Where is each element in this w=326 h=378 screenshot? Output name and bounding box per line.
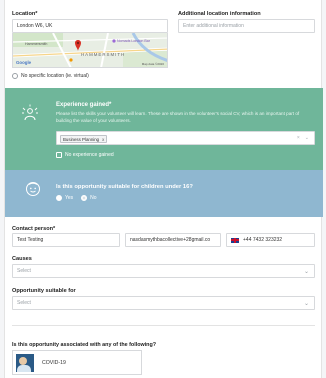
chevron-down-icon[interactable]: ⌄ bbox=[305, 135, 309, 141]
children-section: Is this opportunity suitable for childre… bbox=[5, 170, 323, 217]
opportunity-suitable-select[interactable]: Select ⌄ bbox=[12, 296, 315, 310]
children-yes-radio[interactable]: Yes bbox=[56, 195, 73, 201]
chip-remove-icon[interactable]: x bbox=[102, 137, 104, 142]
experience-select[interactable]: Business Planning x × ⌄ bbox=[56, 131, 315, 145]
children-no-radio[interactable]: No bbox=[81, 195, 97, 201]
map-credit: Map data ©2020 bbox=[141, 62, 164, 66]
phone-value: +44 7432 323232 bbox=[243, 237, 283, 243]
additional-location-label: Additional location information bbox=[178, 11, 261, 17]
children-question: Is this opportunity suitable for childre… bbox=[56, 184, 193, 190]
yes-label: Yes bbox=[65, 195, 74, 201]
causes-select[interactable]: Select ⌄ bbox=[12, 264, 315, 278]
experience-icon bbox=[21, 104, 39, 122]
experience-section: Experience gained* Please list the skill… bbox=[5, 88, 323, 170]
opportunity-suitable-label: Opportunity suitable for bbox=[12, 288, 76, 294]
experience-chip-label: Business Planning bbox=[63, 136, 100, 142]
checkbox-circle[interactable] bbox=[12, 73, 18, 79]
additional-location-input[interactable]: Enter additional information bbox=[178, 19, 315, 33]
associated-question: Is this opportunity associated with any … bbox=[12, 342, 157, 348]
covid-label: COVID-19 bbox=[42, 359, 66, 366]
map-label-nomads: Nomads London Bar bbox=[117, 39, 150, 43]
contact-person-label: Contact person* bbox=[12, 226, 56, 232]
no-experience-label: No experience gained bbox=[65, 152, 114, 158]
map-label-hammersmith: Hammersmith bbox=[25, 42, 48, 46]
location-map[interactable]: Hammersmith Nomads London Bar HAMMERSMIT… bbox=[12, 33, 168, 68]
volunteer-opportunity-form: Location* Additional location informatio… bbox=[4, 0, 323, 378]
experience-chip[interactable]: Business Planning x bbox=[60, 135, 108, 143]
radio-yes[interactable] bbox=[56, 195, 62, 201]
causes-placeholder: Select bbox=[17, 268, 31, 274]
contact-name-input[interactable]: Test Testing bbox=[12, 233, 120, 247]
no-experience-checkbox[interactable]: No experience gained bbox=[56, 152, 114, 158]
clear-icon[interactable]: × bbox=[297, 135, 300, 141]
causes-label: Causes bbox=[12, 256, 32, 262]
uk-flag-icon[interactable] bbox=[231, 237, 239, 243]
no-label: No bbox=[90, 195, 97, 201]
radio-no[interactable] bbox=[81, 195, 88, 201]
map-area-label: HAMMERSMITH bbox=[81, 52, 126, 57]
checkbox-square[interactable] bbox=[56, 152, 62, 158]
child-face-icon bbox=[25, 181, 41, 197]
contact-email-input[interactable]: nasdasmythbacollective+28gmail.co bbox=[125, 233, 221, 247]
no-specific-location-label: No specific location (ie. virtual) bbox=[21, 73, 89, 79]
section-divider bbox=[12, 325, 315, 326]
chevron-down-icon: ⌄ bbox=[303, 269, 309, 275]
no-specific-location-checkbox[interactable]: No specific location (ie. virtual) bbox=[12, 73, 89, 79]
contact-phone-input[interactable]: +44 7432 323232 bbox=[226, 233, 315, 247]
covid-thumbnail bbox=[16, 353, 34, 372]
experience-description: Please list the skills your volunteer wi… bbox=[56, 111, 300, 123]
location-label: Location* bbox=[12, 11, 38, 17]
location-input[interactable]: London W6, UK bbox=[12, 19, 168, 33]
map-google-logo: Google bbox=[16, 60, 32, 65]
location-section: Location* Additional location informatio… bbox=[5, 0, 323, 88]
chevron-down-icon: ⌄ bbox=[303, 301, 309, 307]
opportunity-placeholder: Select bbox=[17, 300, 31, 306]
experience-title: Experience gained* bbox=[56, 102, 112, 108]
covid-option-card[interactable]: COVID-19 bbox=[12, 350, 142, 375]
